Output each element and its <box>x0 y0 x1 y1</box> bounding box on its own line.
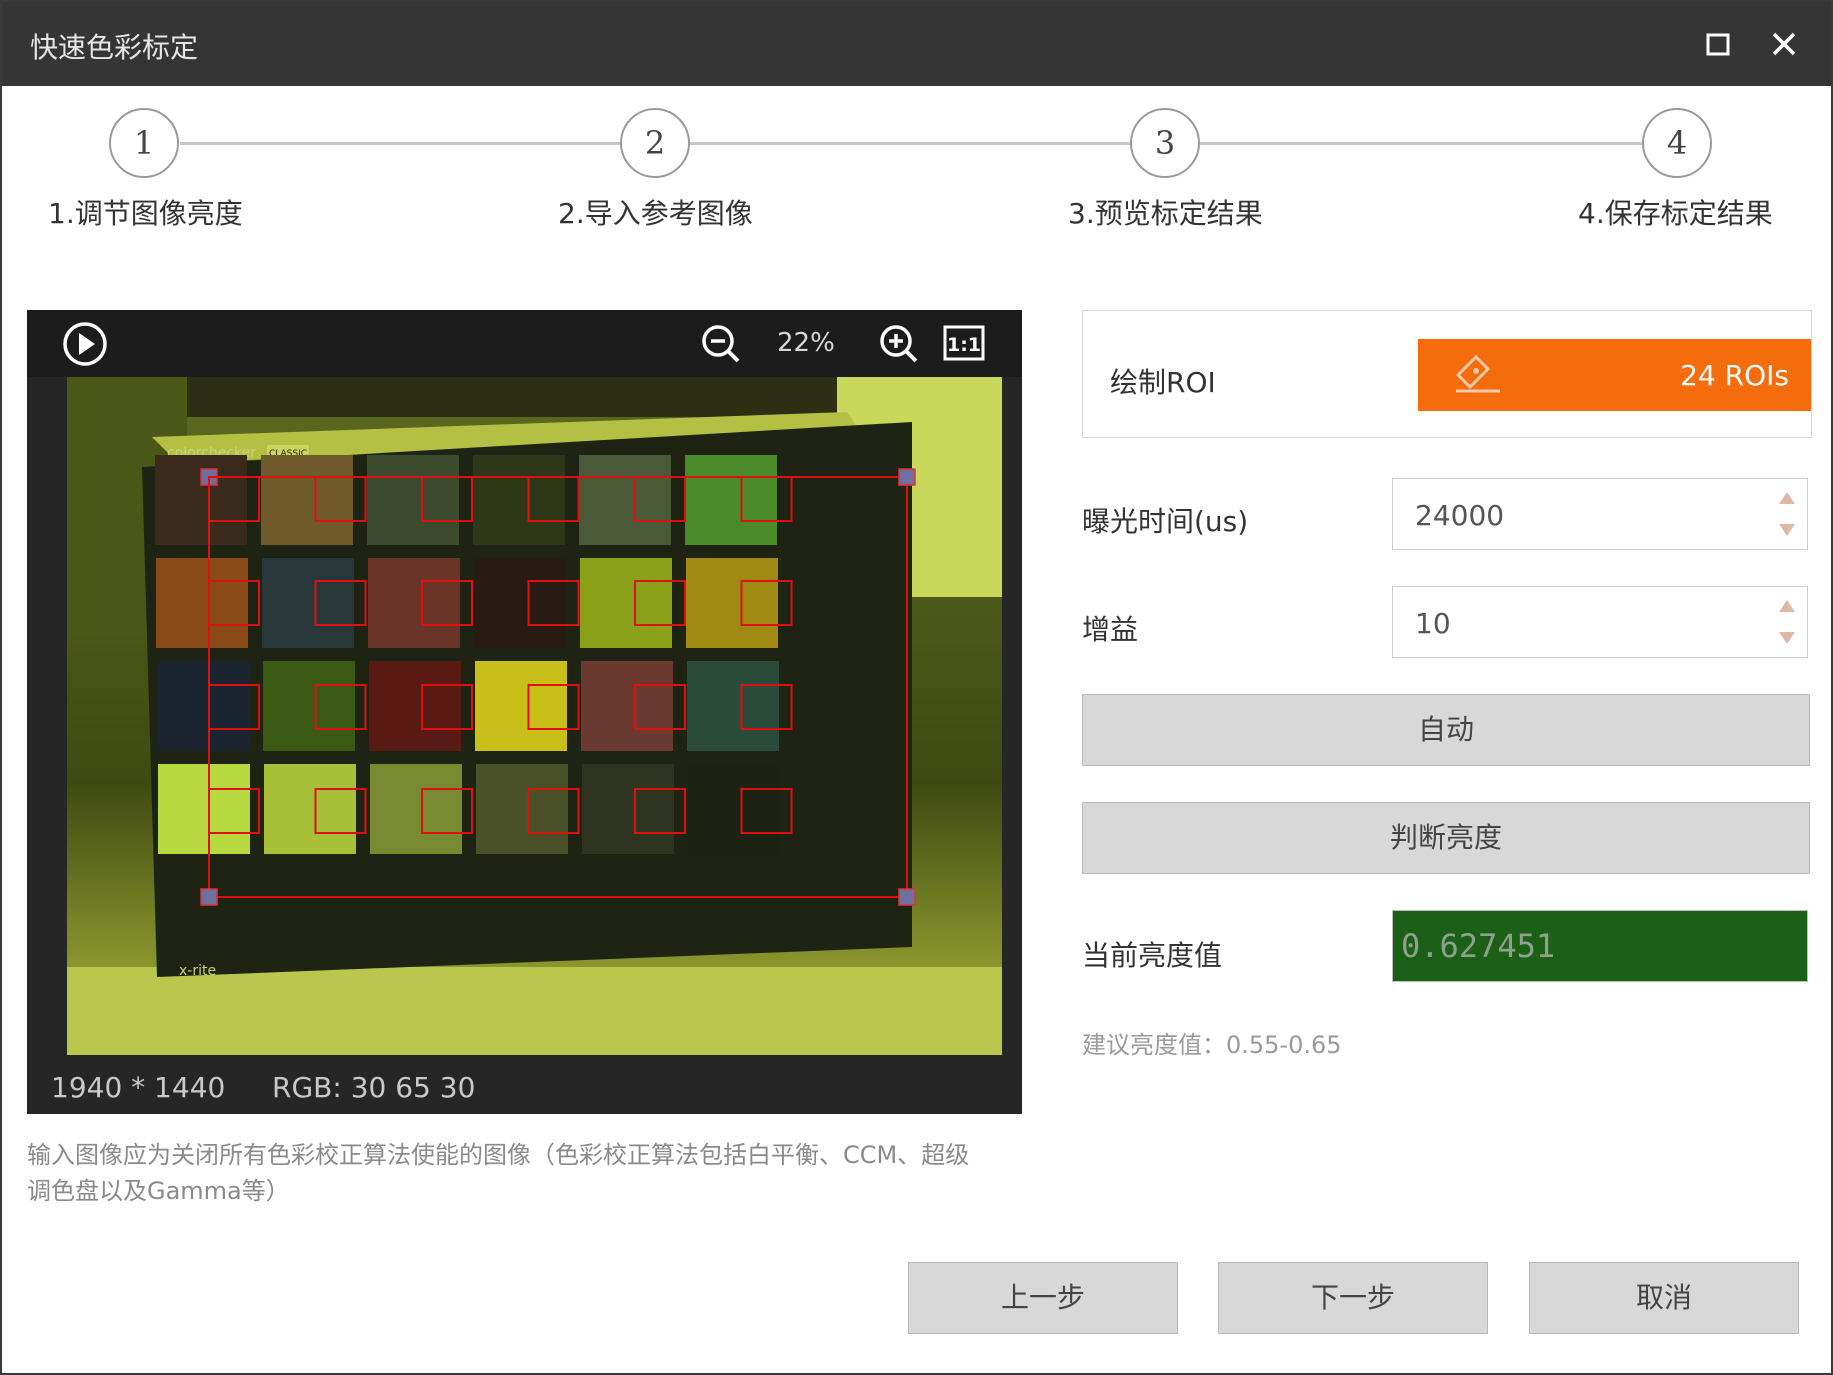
step-3-circle: 3 <box>1130 108 1200 178</box>
actual-size-button[interactable]: 1:1 <box>943 324 987 366</box>
image-viewer: 22% 1:1 colorchecker CLASSIC x-rite 1940… <box>27 310 1022 1114</box>
step-connector <box>180 142 620 145</box>
increment-icon[interactable] <box>1777 597 1797 615</box>
brightness-value: 0.627451 <box>1401 927 1556 965</box>
roi-panel: 绘制ROI 24 ROIs <box>1082 310 1812 438</box>
close-button[interactable] <box>1764 24 1804 64</box>
color-patch <box>368 558 460 648</box>
color-patch <box>687 661 779 751</box>
color-patch <box>156 558 248 648</box>
color-patch <box>475 661 567 751</box>
color-patch <box>685 455 777 545</box>
color-calibration-dialog: 快速色彩标定 1 2 3 4 1.调节图像亮度 2.导入参考图像 3.预览标定结… <box>0 0 1833 1375</box>
gain-input[interactable]: 10 <box>1392 586 1808 658</box>
gain-label: 增益 <box>1082 613 1139 646</box>
actual-size-icon: 1:1 <box>943 325 985 361</box>
color-patch <box>263 661 355 751</box>
previous-step-button[interactable]: 上一步 <box>908 1262 1178 1334</box>
brightness-value-box: 0.627451 <box>1392 910 1808 982</box>
cancel-button[interactable]: 取消 <box>1529 1262 1799 1334</box>
close-icon <box>1772 32 1796 56</box>
step-1-circle: 1 <box>109 108 179 178</box>
exposure-value: 24000 <box>1415 499 1505 532</box>
decrement-icon[interactable] <box>1777 629 1797 647</box>
step-3-label: 3.预览标定结果 <box>1068 197 1263 230</box>
zoom-out-icon <box>702 325 740 363</box>
roi-count: 24 ROIs <box>1680 359 1789 392</box>
svg-text:1:1: 1:1 <box>947 334 981 356</box>
gain-value: 10 <box>1415 607 1451 640</box>
exposure-input[interactable]: 24000 <box>1392 478 1808 550</box>
color-patch <box>158 764 250 854</box>
zoom-out-button[interactable] <box>699 322 743 370</box>
step-4-label: 4.保存标定结果 <box>1578 197 1773 230</box>
roi-handle[interactable] <box>200 888 218 906</box>
color-patch <box>579 455 671 545</box>
color-patch <box>476 764 568 854</box>
step-connector <box>690 142 1130 145</box>
camera-preview-image[interactable]: colorchecker CLASSIC x-rite <box>67 377 1002 1055</box>
viewer-toolbar: 22% 1:1 <box>27 310 1022 377</box>
zoom-level: 22% <box>777 328 835 358</box>
maximize-button[interactable] <box>1699 24 1739 64</box>
color-patch <box>367 455 459 545</box>
color-patch <box>686 558 778 648</box>
color-patch <box>157 661 249 751</box>
viewer-status-bar: 1940 * 1440 RGB: 30 65 30 <box>27 1055 1022 1114</box>
color-patch <box>473 455 565 545</box>
color-patch <box>580 558 672 648</box>
color-patch <box>688 764 780 854</box>
step-2-circle: 2 <box>620 108 690 178</box>
color-patch <box>582 764 674 854</box>
draw-roi-label: 绘制ROI <box>1110 366 1216 399</box>
step-4-circle: 4 <box>1642 108 1712 178</box>
chart-maker-text: x-rite <box>179 963 216 979</box>
brightness-hint: 建议亮度值：0.55-0.65 <box>1082 1031 1342 1059</box>
zoom-in-icon <box>880 325 918 363</box>
window-title: 快速色彩标定 <box>30 31 199 64</box>
input-image-note: 输入图像应为关闭所有色彩校正算法使能的图像（色彩校正算法包括白平衡、CCM、超级… <box>27 1141 970 1205</box>
auto-button[interactable]: 自动 <box>1082 694 1810 766</box>
pixel-rgb: RGB: 30 65 30 <box>272 1071 476 1104</box>
color-patch <box>261 455 353 545</box>
current-brightness-label: 当前亮度值 <box>1082 939 1223 972</box>
zoom-in-button[interactable] <box>877 322 921 370</box>
step-1-label: 1.调节图像亮度 <box>48 197 243 230</box>
draw-roi-button[interactable]: 24 ROIs <box>1418 339 1811 411</box>
color-patch <box>369 661 461 751</box>
decrement-icon[interactable] <box>1777 521 1797 539</box>
play-icon <box>63 322 107 366</box>
draw-roi-icon <box>1455 354 1500 393</box>
image-resolution: 1940 * 1440 <box>51 1071 226 1104</box>
play-button[interactable] <box>61 320 109 372</box>
color-patch <box>581 661 673 751</box>
judge-brightness-button[interactable]: 判断亮度 <box>1082 802 1810 874</box>
next-step-button[interactable]: 下一步 <box>1218 1262 1488 1334</box>
increment-icon[interactable] <box>1777 489 1797 507</box>
color-patch <box>262 558 354 648</box>
color-patch <box>370 764 462 854</box>
roi-handle[interactable] <box>898 888 916 906</box>
step-connector <box>1200 142 1642 145</box>
step-2-label: 2.导入参考图像 <box>558 197 753 230</box>
color-patch <box>474 558 566 648</box>
colorchecker-photo: colorchecker CLASSIC x-rite <box>67 377 1002 1055</box>
roi-handle[interactable] <box>898 468 916 486</box>
maximize-icon <box>1706 33 1730 56</box>
color-patch <box>264 764 356 854</box>
exposure-label: 曝光时间(us) <box>1082 505 1249 538</box>
title-bar[interactable]: 快速色彩标定 <box>2 2 1831 86</box>
